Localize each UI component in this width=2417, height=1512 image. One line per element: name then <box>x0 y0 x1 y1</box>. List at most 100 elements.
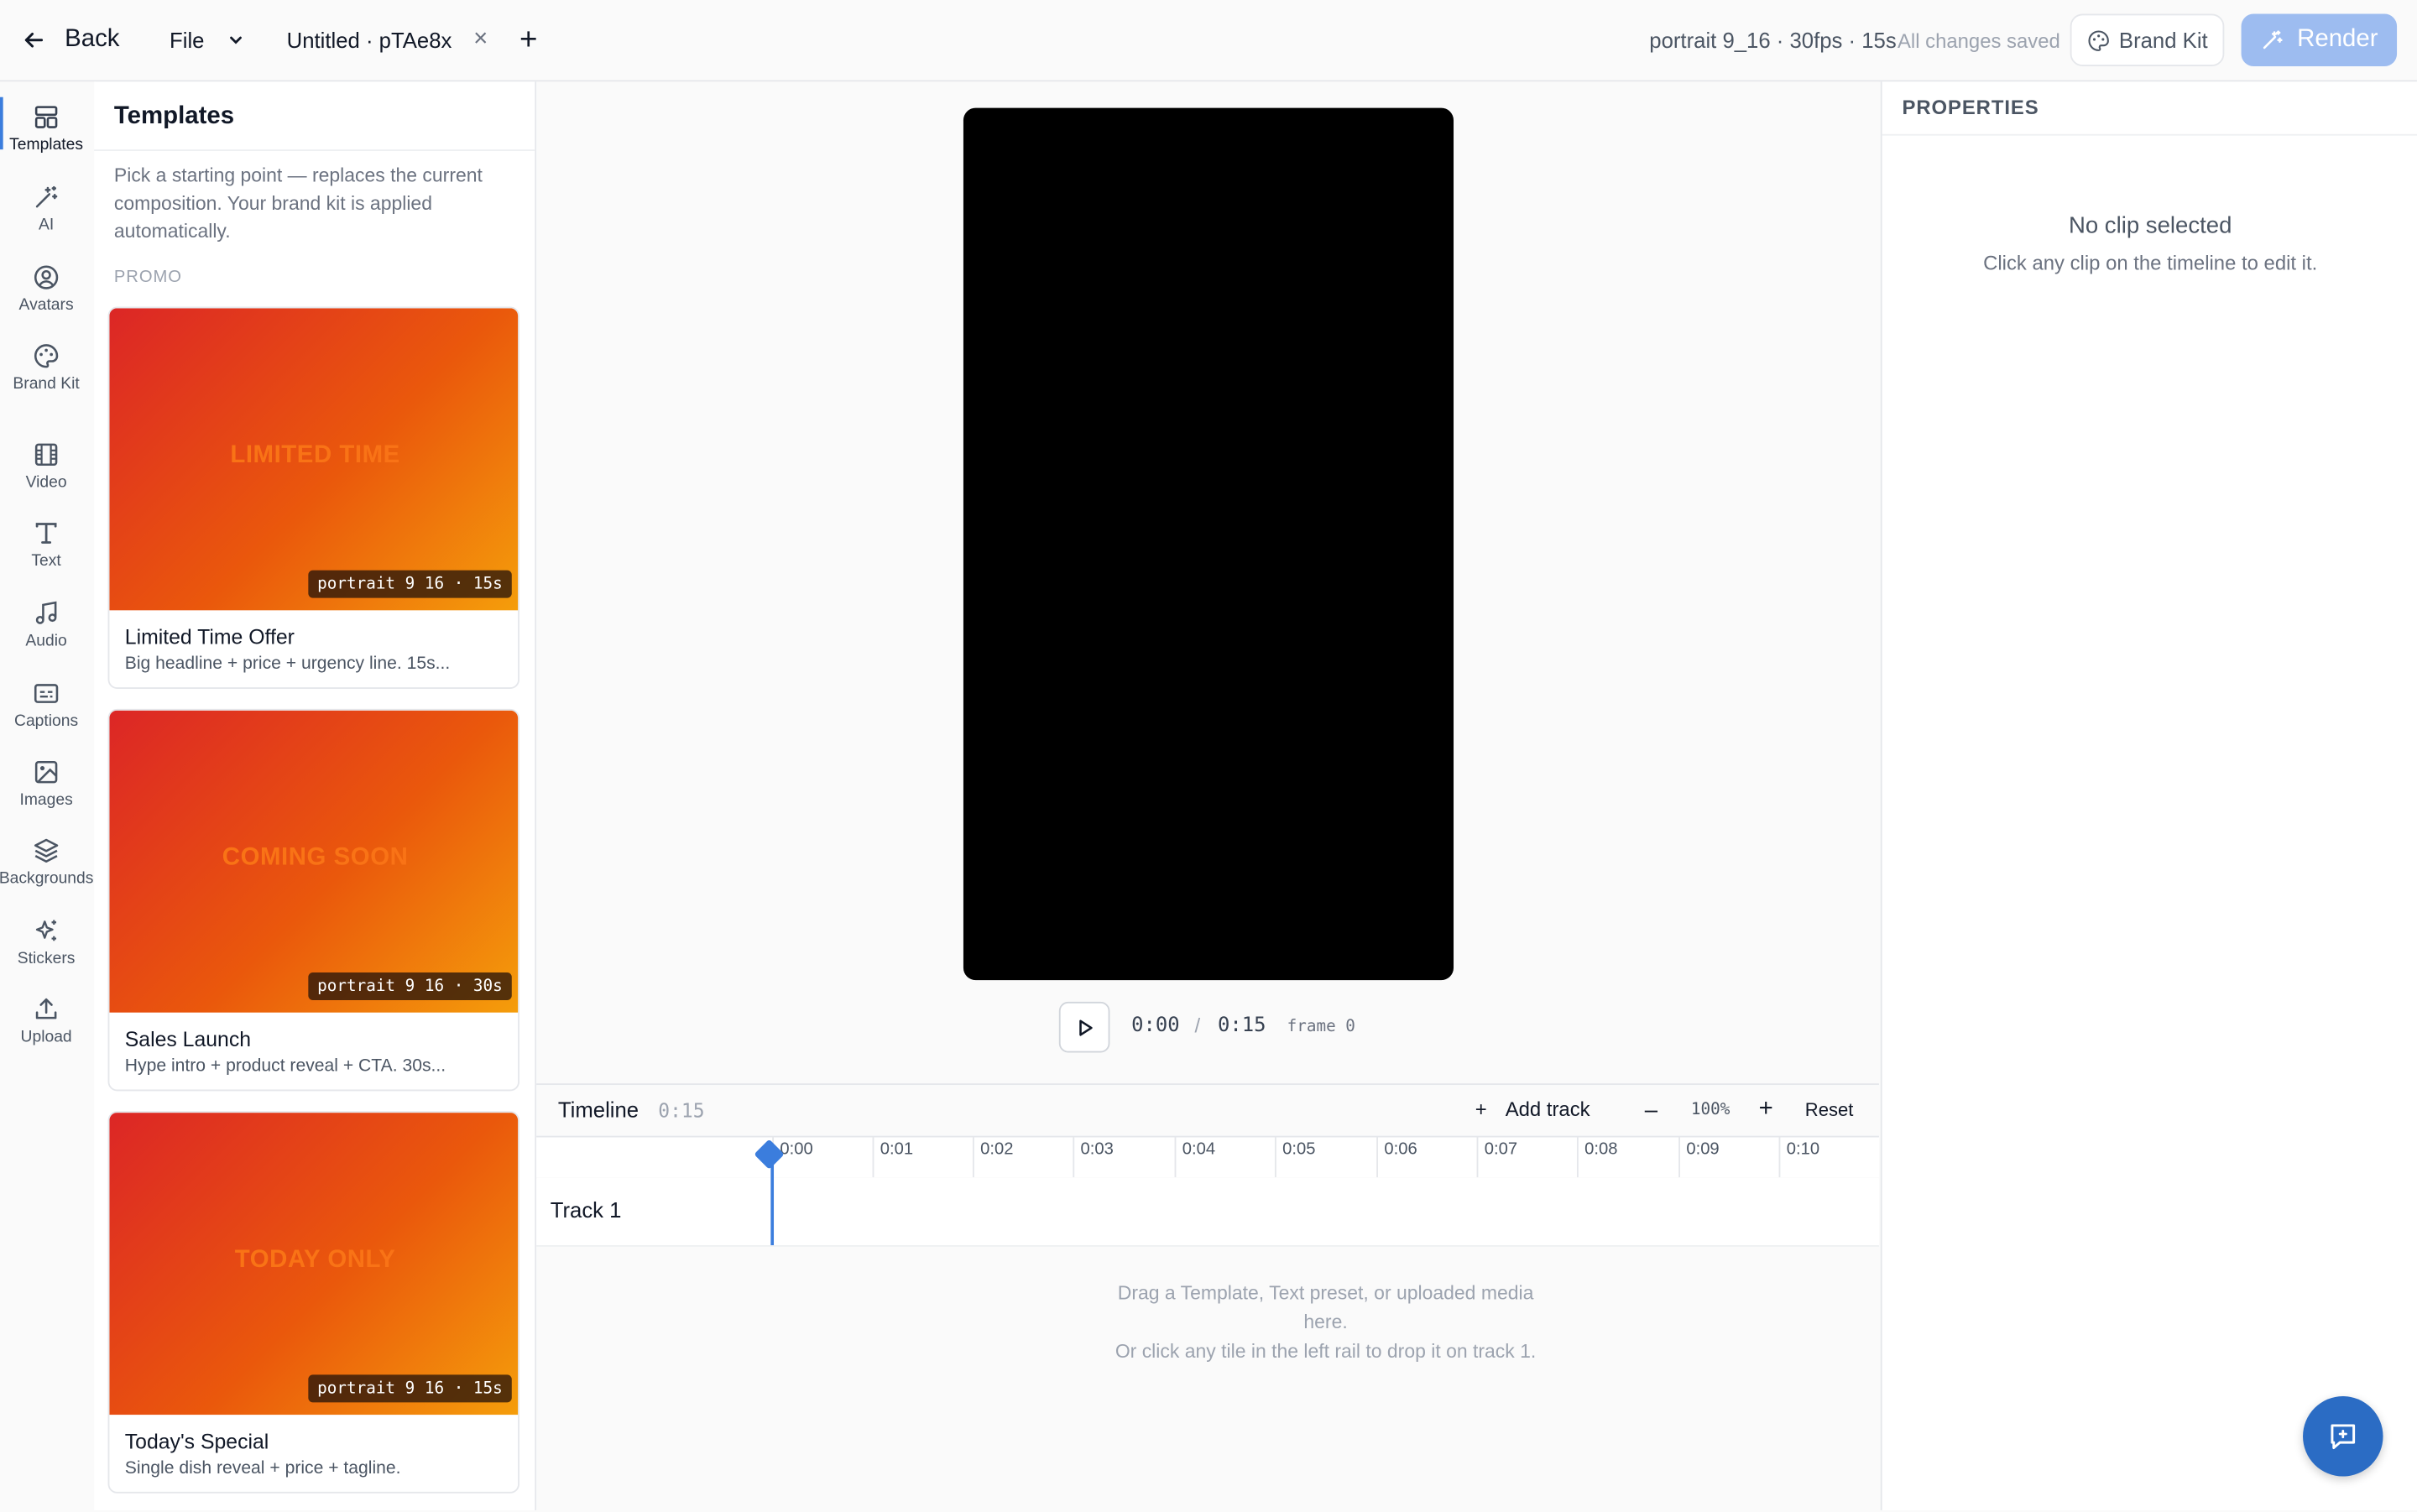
empty-state-title: No clip selected <box>2068 212 2232 239</box>
preview-area: 0:00 / 0:15 frame 0 <box>536 81 1879 1084</box>
empty-state-description: Click any clip on the timeline to edit i… <box>1983 251 2318 274</box>
rail-label: Upload <box>20 1028 72 1047</box>
zoom-out-button[interactable]: – <box>1645 1098 1657 1124</box>
properties-panel: PROPERTIES No clip selected Click any cl… <box>1880 81 2417 1510</box>
rail-label: Video <box>25 472 67 492</box>
palette-icon <box>2087 29 2109 50</box>
panel-title: Templates <box>113 103 235 130</box>
template-card[interactable]: TODAY ONLY portrait 9 16 · 15s Today's S… <box>107 1111 519 1494</box>
new-tab-button[interactable]: + <box>519 0 537 81</box>
section-label: PROMO <box>113 268 182 287</box>
upload-icon <box>35 998 57 1019</box>
ruler-tick: 0:05 <box>1274 1137 1315 1178</box>
zoom-level: 100% <box>1690 1100 1731 1119</box>
composition-meta: portrait 9_16 · 30fps · 15s <box>1649 28 1897 53</box>
current-time: 0:00 <box>1131 1014 1180 1038</box>
rail-item-text[interactable]: Text <box>0 519 92 571</box>
template-thumbnail: TODAY ONLY portrait 9 16 · 15s <box>109 1113 519 1416</box>
divider <box>94 149 535 151</box>
thumbnail-headline: LIMITED TIME <box>230 442 400 469</box>
rail-item-brand-kit[interactable]: Brand Kit <box>0 342 92 393</box>
rail-item-ai[interactable]: AI <box>0 184 92 235</box>
document-title: Untitled · pTAe8x <box>286 28 452 53</box>
rail-label: Templates <box>9 135 84 154</box>
template-name: Sales Launch <box>124 1028 252 1051</box>
chat-button[interactable] <box>2303 1396 2383 1477</box>
rail-item-images[interactable]: Images <box>0 759 92 810</box>
film-icon <box>34 443 58 467</box>
rail-item-templates[interactable]: Templates <box>0 103 92 154</box>
rail-item-stickers[interactable]: Stickers <box>0 917 92 968</box>
brand-kit-button[interactable]: Brand Kit <box>2070 13 2225 66</box>
zoom-in-button[interactable]: + <box>1759 1096 1773 1124</box>
avatar-icon <box>34 265 59 289</box>
track-row[interactable]: Track 1 <box>536 1177 1879 1247</box>
rail-item-audio[interactable]: Audio <box>0 599 92 650</box>
rail-label: Avatars <box>18 295 74 315</box>
file-menu[interactable]: File <box>170 0 244 81</box>
magic-wand-icon <box>2263 30 2284 50</box>
sparkles-icon <box>35 920 57 941</box>
template-card[interactable]: LIMITED TIME portrait 9 16 · 15s Limited… <box>107 306 519 690</box>
add-track-button[interactable]: + Add track <box>1475 1098 1590 1121</box>
template-card[interactable]: COMING SOON portrait 9 16 · 30s Sales La… <box>107 708 519 1092</box>
arrow-left-icon <box>24 32 44 48</box>
time-separator: / <box>1194 1014 1201 1038</box>
play-button[interactable] <box>1058 1001 1110 1053</box>
rail-label: Captions <box>14 712 79 731</box>
brand-kit-label: Brand Kit <box>2118 28 2208 53</box>
time-ruler[interactable]: 0:00 0:01 0:02 0:03 0:04 0:05 0:06 0:07 … <box>536 1135 1879 1180</box>
ruler-tick: 0:10 <box>1778 1137 1819 1178</box>
chevron-down-icon <box>229 36 242 44</box>
plus-icon: + <box>519 22 538 57</box>
captions-icon <box>34 684 59 703</box>
rail-item-upload[interactable]: Upload <box>0 996 92 1047</box>
ruler-tick: 0:02 <box>972 1137 1013 1178</box>
rail-item-captions[interactable]: Captions <box>0 680 92 731</box>
rail-item-avatars[interactable]: Avatars <box>0 263 92 315</box>
properties-title: PROPERTIES <box>1902 95 2039 119</box>
rail-item-backgrounds[interactable]: Backgrounds <box>0 837 94 888</box>
close-tab-icon[interactable]: × <box>473 26 488 54</box>
thumbnail-headline: TODAY ONLY <box>234 1246 396 1274</box>
top-bar: Back File Untitled · pTAe8x × + portrait… <box>0 0 2417 82</box>
rail-label: Images <box>19 790 73 810</box>
back-label: Back <box>65 26 120 53</box>
ruler-tick: 0:01 <box>872 1137 913 1178</box>
hint-line: Or click any tile in the left rail to dr… <box>1115 1340 1537 1363</box>
rail-label: AI <box>38 216 55 235</box>
template-description: Hype intro + product reveal + CTA. 30s..… <box>124 1056 446 1077</box>
document-tab[interactable]: Untitled · pTAe8x × <box>287 0 488 81</box>
template-name: Limited Time Offer <box>124 625 295 649</box>
timeline: Timeline 0:15 + Add track – 100% + Reset… <box>536 1083 1879 1512</box>
image-icon <box>34 760 58 784</box>
rail-label: Backgrounds <box>0 868 94 888</box>
render-button[interactable]: Render <box>2241 13 2398 66</box>
plus-icon: + <box>1475 1097 1487 1121</box>
reset-zoom-button[interactable]: Reset <box>1805 1099 1854 1121</box>
rail-item-video[interactable]: Video <box>0 441 92 492</box>
magic-wand-icon <box>35 185 58 208</box>
timeline-empty-hint: Drag a Template, Text preset, or uploade… <box>1094 1279 1557 1367</box>
save-status: All changes saved <box>1897 28 2060 52</box>
palette-icon <box>34 344 59 368</box>
ruler-tick: 0:04 <box>1174 1137 1215 1178</box>
rail-label: Audio <box>25 632 67 651</box>
template-thumbnail: LIMITED TIME portrait 9 16 · 15s <box>109 308 519 611</box>
play-icon <box>1078 1019 1092 1035</box>
rail-label: Stickers <box>17 949 76 968</box>
ruler-tick: 0:07 <box>1476 1137 1517 1178</box>
templates-panel: Templates Pick a starting point — replac… <box>94 81 537 1510</box>
file-label: File <box>170 28 205 53</box>
left-rail: Templates AI Avatars Brand Kit Video Tex… <box>0 81 96 1510</box>
template-thumbnail: COMING SOON portrait 9 16 · 30s <box>109 710 519 1013</box>
format-badge: portrait 9 16 · 15s <box>308 1374 512 1403</box>
panel-description: Pick a starting point — replaces the cur… <box>113 164 483 242</box>
hint-line: Drag a Template, Text preset, or uploade… <box>1117 1282 1534 1333</box>
back-button[interactable]: Back <box>22 0 120 81</box>
total-duration: 0:15 <box>1217 1014 1266 1038</box>
ruler-tick: 0:03 <box>1073 1137 1114 1178</box>
template-name: Today's Special <box>124 1430 269 1454</box>
video-preview[interactable] <box>963 107 1454 981</box>
add-track-label: Add track <box>1505 1097 1590 1121</box>
